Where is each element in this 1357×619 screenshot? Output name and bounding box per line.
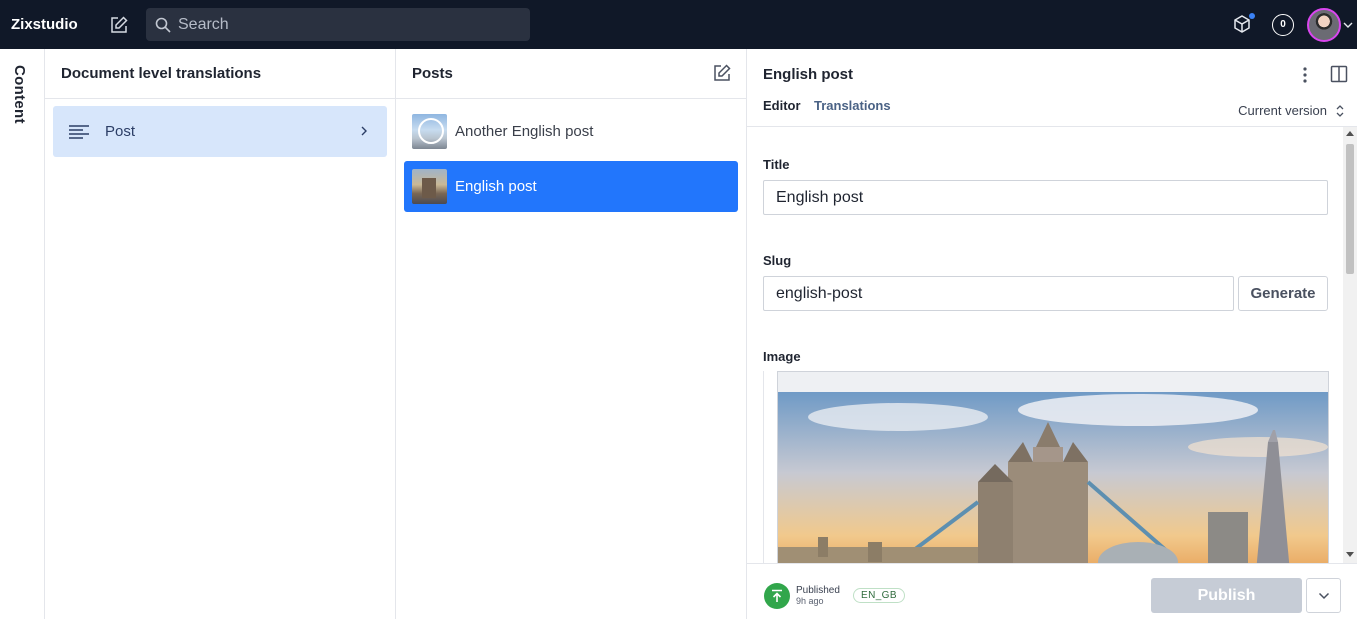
type-item-label: Post <box>105 123 136 140</box>
document-footer: Published 9h ago EN_GB Publish <box>747 563 1357 619</box>
post-thumbnail <box>412 169 447 204</box>
publish-button[interactable]: Publish <box>1151 578 1302 613</box>
more-options-icon[interactable] <box>1297 65 1313 85</box>
editor-header: English post Editor Translations Current… <box>747 49 1357 127</box>
generate-slug-button[interactable]: Generate <box>1238 276 1328 311</box>
new-document-button[interactable] <box>107 13 131 37</box>
published-icon <box>764 583 790 609</box>
types-pane: Document level translations Post <box>45 49 396 619</box>
search-input[interactable] <box>178 15 518 34</box>
scroll-up-arrow[interactable] <box>1346 131 1354 136</box>
content-tool-tab[interactable]: Content <box>11 65 28 124</box>
compose-icon[interactable] <box>712 63 732 83</box>
document-row-selected[interactable]: English post <box>404 161 738 212</box>
posts-pane: Posts Another English post English post <box>396 49 747 619</box>
search-bar[interactable] <box>146 8 530 41</box>
posts-pane-header: Posts <box>396 49 746 99</box>
post-thumbnail <box>412 114 447 149</box>
version-label: Current version <box>1238 103 1327 118</box>
document-row-label: English post <box>455 178 537 195</box>
slug-input[interactable] <box>763 276 1234 311</box>
chevron-down-icon <box>1318 592 1329 599</box>
tab-editor[interactable]: Editor <box>763 98 801 113</box>
top-navbar: Zixstudio 0 <box>0 0 1357 49</box>
publish-status-label: Published <box>796 585 840 596</box>
pane-title: Posts <box>412 65 453 82</box>
search-icon <box>154 16 172 34</box>
slug-field-label: Slug <box>763 253 792 268</box>
editor-pane: English post Editor Translations Current… <box>747 49 1357 619</box>
document-lines-icon <box>67 120 91 144</box>
document-title: English post <box>763 66 853 83</box>
image-field <box>763 371 1329 563</box>
version-selector[interactable]: Current version <box>1238 103 1345 118</box>
title-field-label: Title <box>763 157 790 172</box>
types-pane-header: Document level translations <box>45 49 395 99</box>
chevron-up-down-icon <box>1336 104 1344 117</box>
form-scrollbar[interactable] <box>1343 127 1357 563</box>
user-avatar[interactable] <box>1307 7 1341 42</box>
title-input[interactable] <box>763 180 1328 215</box>
notification-count-badge[interactable]: 0 <box>1272 13 1294 36</box>
scroll-thumb[interactable] <box>1346 144 1354 274</box>
brand-logo[interactable]: Zixstudio <box>11 16 95 33</box>
document-form: Title Slug Generate Image <box>747 127 1343 563</box>
update-dot <box>1249 12 1255 19</box>
pane-title: Document level translations <box>61 65 262 82</box>
tab-translations[interactable]: Translations <box>814 98 891 113</box>
scroll-down-arrow[interactable] <box>1346 552 1354 557</box>
document-row[interactable]: Another English post <box>404 106 738 157</box>
type-item-post[interactable]: Post <box>53 106 387 157</box>
chevron-right-icon <box>361 126 367 136</box>
image-preview[interactable] <box>777 371 1329 563</box>
more-actions-button[interactable] <box>1306 578 1341 613</box>
compose-icon <box>111 15 128 33</box>
tool-rail: Content <box>0 49 45 619</box>
document-row-label: Another English post <box>455 123 594 140</box>
image-field-label: Image <box>763 349 801 364</box>
tower-bridge-image <box>778 372 1328 563</box>
publish-time-label: 9h ago <box>796 596 824 606</box>
package-icon[interactable] <box>1232 12 1255 36</box>
language-badge: EN_GB <box>853 588 905 603</box>
split-pane-icon[interactable] <box>1330 65 1348 83</box>
chevron-down-icon[interactable] <box>1343 21 1353 29</box>
